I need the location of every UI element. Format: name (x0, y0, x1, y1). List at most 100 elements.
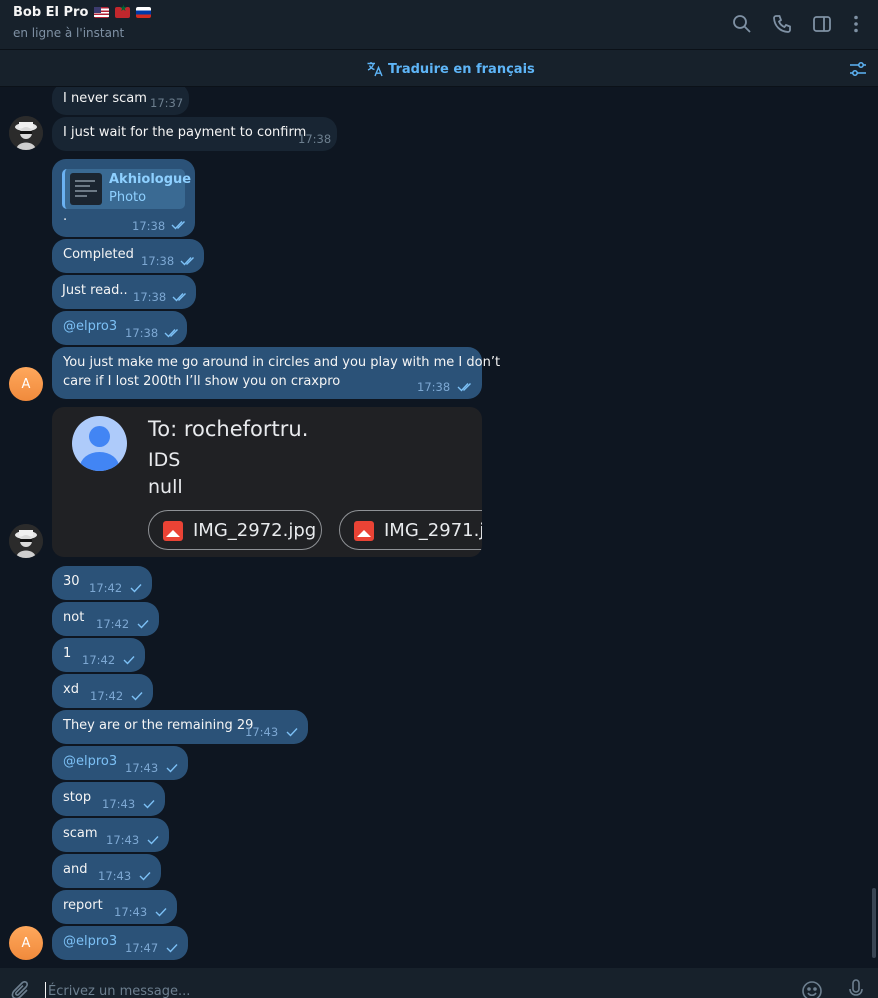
message-bubble[interactable]: Completed 17:38 (52, 239, 204, 273)
message-bubble[interactable]: xd 17:42 (52, 674, 153, 708)
message-text: · (63, 213, 68, 228)
message-time: 17:42 (82, 653, 116, 667)
photo-thumbnail (70, 173, 102, 205)
message-text: Just read.. (62, 283, 128, 298)
message-text: 1 (63, 646, 72, 661)
more-icon[interactable] (845, 13, 867, 35)
message-time: 17:38 (417, 380, 451, 394)
message-bubble[interactable]: Just read.. 17:38 (52, 275, 196, 309)
translate-button[interactable]: Traduire en français (366, 60, 535, 78)
contact-avatar[interactable] (9, 116, 43, 150)
check-icon (147, 836, 159, 845)
message-bubble[interactable]: report 17:43 (52, 890, 177, 924)
email-line: IDS (148, 449, 181, 471)
us-flag-icon (94, 7, 110, 18)
message-text: and (63, 862, 88, 877)
reply-preview[interactable]: Akhiologue Photo (62, 169, 191, 209)
message-text: I just wait for the payment to confirm (63, 125, 307, 140)
chat-header: Bob El Pro en ligne à l'instant (0, 0, 878, 50)
contact-name: Bob El Pro (13, 5, 89, 20)
mention-link[interactable]: @elpro3 (63, 319, 117, 334)
emoji-icon[interactable] (801, 980, 823, 998)
message-list[interactable]: I never scam 17:37 I just wait for the p… (0, 87, 878, 968)
message-time: 17:42 (89, 581, 123, 595)
message-bubble[interactable]: not 17:42 (52, 602, 159, 636)
translate-bar: Traduire en français (0, 50, 878, 87)
mention-link[interactable]: @elpro3 (63, 934, 117, 949)
double-check-icon (172, 293, 186, 302)
attachment-name: IMG_2972.jpg (193, 520, 317, 541)
contact-status: en ligne à l'instant (13, 26, 125, 40)
check-icon (286, 728, 298, 737)
message-bubble[interactable]: You just make me go around in circles an… (52, 347, 500, 399)
message-bubble[interactable]: 30 17:42 (52, 566, 152, 600)
reply-type: Photo (109, 190, 147, 205)
message-input[interactable]: Écrivez un message... (48, 984, 190, 998)
message-text: 30 (63, 574, 80, 589)
message-bubble[interactable]: 1 17:42 (52, 638, 145, 672)
message-input-bar: Écrivez un message... (0, 968, 878, 998)
attachment-chip: IMG_2972.jpg (148, 510, 322, 550)
check-icon (130, 584, 142, 593)
check-icon (131, 692, 143, 701)
message-bubble[interactable]: and 17:43 (52, 854, 161, 888)
message-text: report (63, 898, 103, 913)
translate-settings-icon[interactable] (848, 59, 868, 79)
message-time: 17:38 (298, 132, 332, 146)
reply-author: Akhiologue (109, 172, 192, 187)
profile-placeholder-icon (72, 416, 127, 471)
contact-avatar[interactable] (9, 524, 43, 558)
message-time: 17:38 (141, 254, 175, 268)
translate-label: Traduire en français (388, 61, 535, 77)
search-icon[interactable] (731, 13, 753, 35)
message-time: 17:43 (106, 833, 140, 847)
message-text-line2: care if I lost 200th I’ll show you on cr… (63, 374, 341, 389)
image-file-icon (163, 521, 183, 541)
double-check-icon (457, 383, 471, 392)
message-text-line1: You just make me go around in circles an… (63, 355, 501, 370)
message-bubble[interactable]: @elpro3 17:47 (52, 926, 188, 960)
check-icon (137, 620, 149, 629)
mention-link[interactable]: @elpro3 (63, 754, 117, 769)
check-icon (139, 872, 151, 881)
email-screenshot-image[interactable]: To: rochefortru. IDS null IMG_2972.jpg I… (52, 407, 482, 557)
message-bubble[interactable]: @elpro3 17:38 (52, 311, 187, 345)
message-bubble-with-reply[interactable]: Akhiologue Photo · 17:38 (52, 159, 195, 237)
double-check-icon (180, 257, 194, 266)
message-bubble[interactable]: @elpro3 17:43 (52, 746, 188, 780)
message-time: 17:43 (98, 869, 132, 883)
message-bubble[interactable]: stop 17:43 (52, 782, 165, 816)
message-time: 17:43 (102, 797, 136, 811)
message-text: xd (63, 682, 79, 697)
message-time: 17:38 (132, 219, 166, 233)
message-text: I never scam (63, 91, 147, 106)
message-bubble[interactable]: I never scam 17:37 (52, 87, 189, 115)
check-icon (143, 800, 155, 809)
morocco-flag-icon (115, 4, 131, 18)
message-time: 17:37 (150, 96, 184, 110)
phone-icon[interactable] (771, 13, 793, 35)
message-time: 17:47 (125, 941, 159, 955)
scrollbar[interactable] (872, 888, 876, 958)
russia-flag-icon (136, 7, 152, 18)
check-icon (166, 764, 178, 773)
sidebar-icon[interactable] (811, 13, 833, 35)
double-check-icon (171, 221, 185, 230)
image-file-icon (354, 521, 374, 541)
email-line: null (148, 476, 183, 498)
user-avatar[interactable]: A (9, 367, 43, 401)
message-time: 17:42 (96, 617, 130, 631)
attach-icon[interactable] (10, 980, 32, 998)
translate-icon (367, 62, 383, 77)
microphone-icon[interactable] (845, 978, 867, 998)
attachment-name: IMG_2971.jpg (384, 520, 482, 541)
message-text: stop (63, 790, 92, 805)
contact-name-row[interactable]: Bob El Pro (13, 4, 152, 20)
message-bubble[interactable]: scam 17:43 (52, 818, 169, 852)
message-bubble[interactable]: They are or the remaining 29 17:43 (52, 710, 308, 744)
double-check-icon (164, 329, 178, 338)
user-avatar[interactable]: A (9, 926, 43, 960)
message-bubble[interactable]: I just wait for the payment to confirm 1… (52, 117, 337, 151)
check-icon (155, 908, 167, 917)
check-icon (123, 656, 135, 665)
